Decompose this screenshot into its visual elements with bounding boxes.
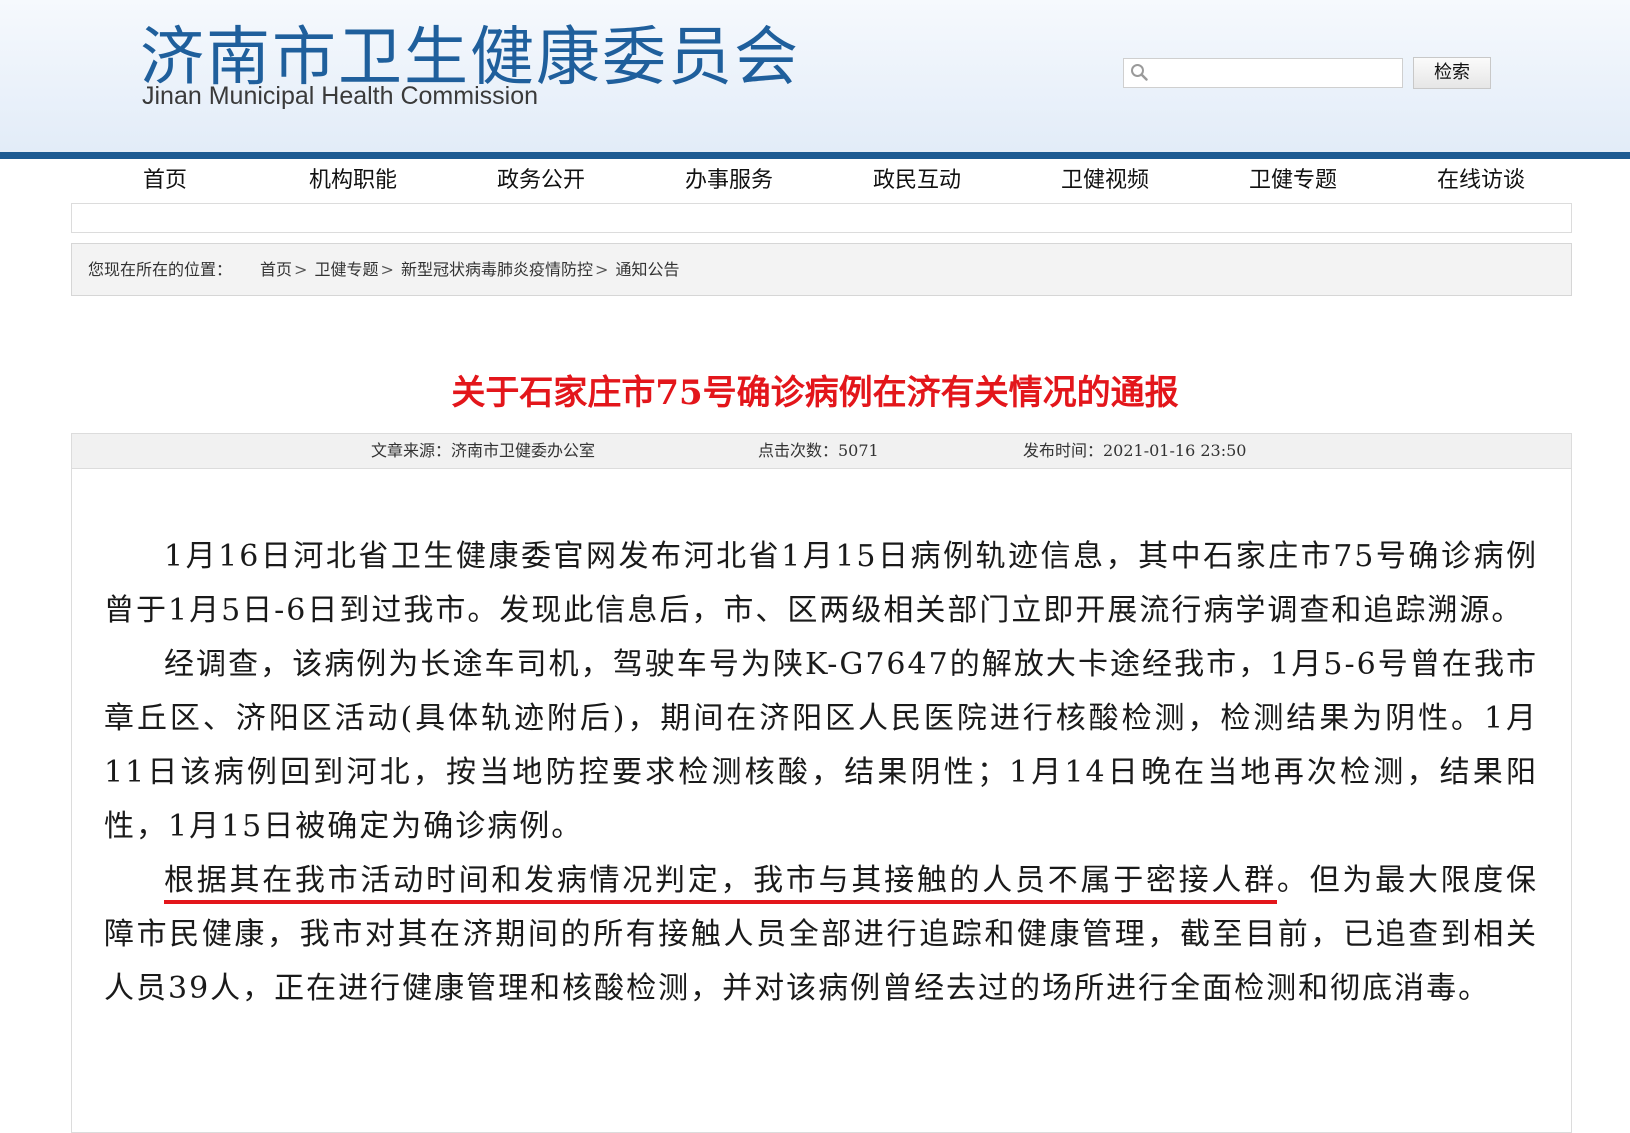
search-icon <box>1131 64 1148 81</box>
nav-item-services[interactable]: 办事服务 <box>635 159 823 203</box>
nav-item-home[interactable]: 首页 <box>71 159 259 203</box>
article-meta-bar: 文章来源：济南市卫健委办公室 点击次数：5071 发布时间：2021-01-16… <box>71 433 1572 469</box>
search-button[interactable]: 检索 <box>1413 57 1491 89</box>
article-paragraph: 1月16日河北省卫生健康委官网发布河北省1月15日病例轨迹信息，其中石家庄市75… <box>104 539 1538 628</box>
article-body: 1月16日河北省卫生健康委官网发布河北省1月15日病例轨迹信息，其中石家庄市75… <box>104 530 1538 1016</box>
article-paragraph: 根据其在我市活动时间和发病情况判定，我市与其接触的人员不属于密接人群。但为最大限… <box>104 854 1538 1016</box>
breadcrumb: 您现在所在的位置： 首页 > 卫健专题 > 新型冠状病毒肺炎疫情防控 > 通知公告 <box>71 243 1572 296</box>
article-published-time: 发布时间：2021-01-16 23:50 <box>1023 441 1247 460</box>
search-input[interactable] <box>1154 61 1398 87</box>
header-divider <box>0 152 1630 159</box>
article-views: 点击次数：5071 <box>758 441 879 460</box>
site-header: 济南市卫生健康委员会 Jinan Municipal Health Commis… <box>0 0 1630 152</box>
breadcrumb-separator: > <box>294 260 308 279</box>
nav-item-government-affairs[interactable]: 政务公开 <box>447 159 635 203</box>
nav-item-institution[interactable]: 机构职能 <box>259 159 447 203</box>
breadcrumb-label: 您现在所在的位置： <box>88 260 233 279</box>
breadcrumb-separator: > <box>380 260 394 279</box>
main-nav: 首页 机构职能 政务公开 办事服务 政民互动 卫健视频 卫健专题 在线访谈 <box>71 159 1572 203</box>
breadcrumb-link-topics[interactable]: 卫健专题 <box>315 260 379 279</box>
breadcrumb-link-covid[interactable]: 新型冠状病毒肺炎疫情防控 <box>401 260 593 279</box>
sub-nav-strip <box>71 203 1572 233</box>
nav-item-interaction[interactable]: 政民互动 <box>823 159 1011 203</box>
article-title: 关于石家庄市75号确诊病例在济有关情况的通报 <box>451 373 1179 413</box>
breadcrumb-link-home[interactable]: 首页 <box>260 260 292 279</box>
article-paragraph: 经调查，该病例为长途车司机，驾驶车号为陕K-G7647的解放大卡途经我市，1月5… <box>104 647 1538 844</box>
site-logo-english: Jinan Municipal Health Commission <box>142 82 538 110</box>
highlighted-sentence: 根据其在我市活动时间和发病情况判定，我市与其接触的人员不属于密接人群 <box>164 863 1277 904</box>
article-source: 文章来源：济南市卫健委办公室 <box>371 441 596 460</box>
nav-item-interview[interactable]: 在线访谈 <box>1387 159 1575 203</box>
search-box[interactable] <box>1123 58 1403 88</box>
breadcrumb-link-notices[interactable]: 通知公告 <box>616 260 680 279</box>
nav-item-topics[interactable]: 卫健专题 <box>1199 159 1387 203</box>
breadcrumb-separator: > <box>595 260 609 279</box>
nav-item-video[interactable]: 卫健视频 <box>1011 159 1199 203</box>
